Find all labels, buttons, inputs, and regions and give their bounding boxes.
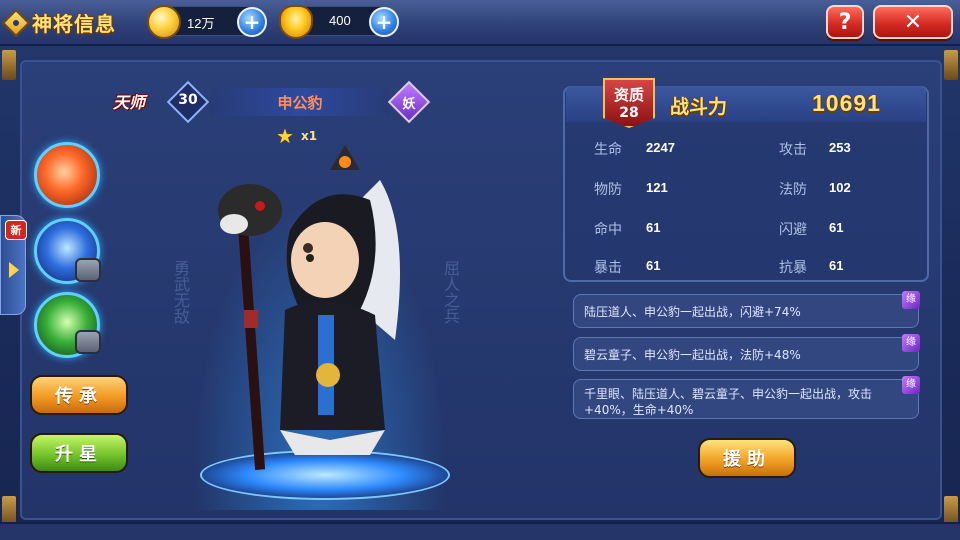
bond-row: 碧云童子、申公豹一起出战，法防+48% 缘 bbox=[573, 334, 920, 371]
skill-slot-1[interactable] bbox=[34, 142, 100, 208]
stat-value: 61 bbox=[646, 220, 661, 235]
assist-button[interactable]: 援助 bbox=[698, 438, 796, 478]
stat-value: 102 bbox=[829, 180, 851, 195]
stat-label: 暴击 bbox=[594, 260, 622, 276]
title-diamond-icon bbox=[1, 8, 31, 37]
combat-power-label: 战斗力 bbox=[670, 96, 728, 118]
stat-label: 生命 bbox=[594, 142, 622, 158]
title-group: 神将信息 bbox=[1, 8, 116, 37]
help-button[interactable]: ? bbox=[826, 5, 864, 39]
stat-label: 物防 bbox=[594, 182, 622, 198]
top-bar: 神将信息 12万 + 400 + ? ✕ bbox=[0, 0, 960, 46]
hero-portrait[interactable] bbox=[210, 140, 440, 470]
hero-faction: 妖 bbox=[402, 97, 416, 112]
stat-label: 攻击 bbox=[779, 142, 807, 158]
hero-level: 30 bbox=[178, 92, 198, 108]
stat-value: 121 bbox=[646, 180, 668, 195]
upgrade-star-button[interactable]: 升星 bbox=[30, 433, 128, 473]
stat-value: 61 bbox=[829, 220, 844, 235]
bond-text: 陆压道人、申公豹一起出战，闪避+74% bbox=[584, 305, 801, 319]
stat-value: 61 bbox=[829, 258, 844, 273]
inherit-button[interactable]: 传承 bbox=[30, 375, 128, 415]
lock-icon bbox=[75, 258, 101, 282]
frame-post-right-top bbox=[944, 50, 958, 80]
combat-power-value: 10691 bbox=[812, 90, 881, 116]
add-gold-button[interactable]: + bbox=[369, 7, 399, 37]
calligraphy-left: 勇武无敌 bbox=[171, 260, 190, 324]
hero-rank-tag: 天师 bbox=[113, 93, 146, 112]
stat-value: 2247 bbox=[646, 140, 675, 155]
frame-post-left-top bbox=[2, 50, 16, 80]
calligraphy-right: 屈人之兵 bbox=[441, 260, 460, 324]
bond-tag: 缘 bbox=[902, 334, 920, 352]
stat-label: 抗暴 bbox=[779, 260, 807, 276]
gold-ingot-icon bbox=[279, 5, 313, 39]
arrow-right-icon bbox=[9, 262, 19, 278]
bond-text: 碧云童子、申公豹一起出战，法防+48% bbox=[584, 348, 801, 362]
silver-coin-icon bbox=[147, 5, 181, 39]
stat-value: 61 bbox=[646, 258, 661, 273]
new-badge: 新 bbox=[5, 220, 27, 240]
silver-currency: 12万 + bbox=[147, 5, 267, 39]
aptitude-label: 资质 bbox=[613, 86, 644, 104]
bond-tag: 缘 bbox=[902, 291, 920, 309]
close-button[interactable]: ✕ bbox=[873, 5, 953, 39]
gold-currency: 400 + bbox=[279, 5, 399, 39]
bond-tag: 缘 bbox=[902, 376, 920, 394]
stat-label: 命中 bbox=[594, 222, 622, 238]
gold-amount: 400 bbox=[329, 13, 351, 28]
lock-icon bbox=[75, 330, 101, 354]
stat-label: 法防 bbox=[779, 182, 807, 198]
stat-label: 闪避 bbox=[779, 222, 807, 238]
bond-row: 陆压道人、申公豹一起出战，闪避+74% 缘 bbox=[573, 291, 920, 328]
add-silver-button[interactable]: + bbox=[237, 7, 267, 37]
game-window: 神将信息 12万 + 400 + ? ✕ 新 传承 升星 天师 30 申公豹 妖… bbox=[0, 0, 960, 540]
bond-row: 千里眼、陆压道人、碧云童子、申公豹一起出战，攻击+40%，生命+40% 缘 bbox=[573, 376, 920, 419]
bond-text: 千里眼、陆压道人、碧云童子、申公豹一起出战，攻击+40%，生命+40% bbox=[584, 387, 873, 417]
stat-value: 253 bbox=[829, 140, 851, 155]
page-title: 神将信息 bbox=[32, 12, 116, 36]
hero-name: 申公豹 bbox=[210, 88, 390, 116]
bottom-strip bbox=[0, 522, 960, 540]
silver-amount: 12万 bbox=[187, 16, 215, 31]
aptitude-value: 28 bbox=[619, 105, 639, 121]
